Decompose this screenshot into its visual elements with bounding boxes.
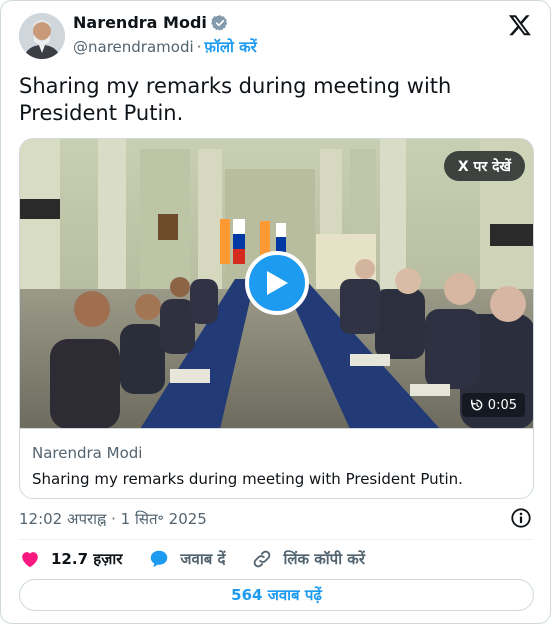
info-icon[interactable]	[510, 507, 532, 529]
author-handle[interactable]: @narendramodi	[73, 38, 194, 56]
play-icon	[267, 271, 288, 295]
tweet-text: Sharing my remarks during meeting with P…	[19, 74, 452, 125]
view-on-x-button[interactable]: X पर देखें	[443, 151, 525, 181]
avatar[interactable]	[19, 13, 65, 59]
media-card-title: Sharing my remarks during meeting with P…	[32, 470, 463, 488]
x-logo-icon[interactable]	[508, 13, 532, 37]
divider	[19, 539, 534, 540]
video-duration: 0:05	[487, 397, 517, 413]
link-icon	[254, 550, 271, 568]
author-display-name[interactable]: Narendra Modi	[73, 13, 207, 32]
copy-link-button[interactable]: लिंक कॉपी करें	[251, 548, 365, 570]
author-handle-row: @narendramodi · फ़ॉलो करें	[73, 37, 257, 57]
replay-icon	[470, 399, 483, 411]
like-count: 12.7 हज़ार	[51, 550, 123, 568]
media-card[interactable]: X पर देखें 0:05 Narendra Modi Sharing my…	[19, 138, 534, 499]
separator-dot: ·	[196, 38, 202, 56]
follow-button[interactable]: फ़ॉलो करें	[204, 37, 256, 57]
video-thumbnail[interactable]: X पर देखें 0:05	[20, 139, 533, 429]
copy-link-label: लिंक कॉपी करें	[283, 550, 365, 568]
media-card-author: Narendra Modi	[32, 444, 143, 462]
verified-badge-icon	[211, 14, 229, 32]
heart-icon	[22, 552, 38, 568]
tweet-timestamp[interactable]: 12:02 अपराह्न · 1 सित॰ 2025	[19, 509, 207, 529]
duration-badge: 0:05	[461, 393, 525, 417]
play-button[interactable]	[245, 251, 309, 315]
tweet-actions: 12.7 हज़ार जवाब दें लिंक कॉपी करें	[19, 547, 391, 571]
reply-button[interactable]: जवाब दें	[148, 548, 225, 570]
avatar-image	[19, 13, 65, 59]
like-button[interactable]: 12.7 हज़ार	[19, 548, 122, 570]
tweet-embed-card: Narendra Modi @narendramodi · फ़ॉलो करें…	[0, 0, 551, 624]
author-name-row: Narendra Modi	[73, 13, 229, 32]
speech-bubble-icon	[151, 550, 168, 568]
read-replies-button[interactable]: 564 जवाब पढ़ें	[19, 579, 534, 611]
reply-label: जवाब दें	[180, 550, 226, 568]
media-card-meta: Narendra Modi Sharing my remarks during …	[32, 443, 522, 489]
